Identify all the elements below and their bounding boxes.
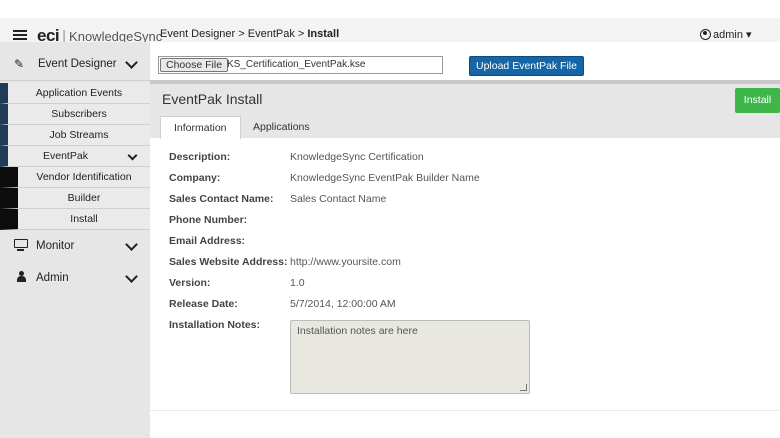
sidebar-label: Install [70, 213, 98, 225]
choose-file-button[interactable]: Choose File [160, 58, 229, 72]
sidebar: ✎ Event Designer Application Events Subs… [0, 42, 151, 438]
install-panel: EventPak Install Install Information App… [150, 80, 780, 432]
field-label: Release Date: [169, 298, 238, 310]
file-input[interactable]: Choose File KS_Certification_EventPak.ks… [158, 56, 443, 74]
field-value: Sales Contact Name [290, 193, 387, 205]
monitor-icon [14, 239, 28, 251]
sidebar-item-vendor-identification[interactable]: Vendor Identification [0, 167, 150, 188]
field-label: Company: [169, 172, 221, 184]
sidebar-item-event-designer[interactable]: ✎ Event Designer [0, 42, 150, 81]
field-row: Description: KnowledgeSync Certification [150, 148, 780, 168]
sidebar-item-builder[interactable]: Builder [0, 188, 150, 209]
user-admin-icon [17, 271, 26, 282]
install-button[interactable]: Install [735, 88, 780, 113]
user-name: admin [713, 29, 743, 41]
sidebar-item-install[interactable]: Install [0, 209, 150, 230]
sidebar-item-admin[interactable]: Admin [0, 262, 150, 294]
sidebar-item-monitor[interactable]: Monitor [0, 230, 150, 262]
divider [150, 410, 780, 411]
field-row: Email Address: [150, 232, 780, 252]
edit-icon: ✎ [14, 57, 25, 71]
breadcrumb: Event Designer > EventPak > Install [160, 28, 339, 40]
breadcrumb-path: Event Designer > EventPak > [160, 28, 308, 40]
sidebar-label: Monitor [36, 240, 75, 252]
panel-header: EventPak Install Install Information App… [150, 84, 780, 139]
chevron-down-icon [125, 238, 138, 251]
chevron-down-icon [125, 270, 138, 283]
resize-handle-icon[interactable] [520, 384, 527, 391]
page-title: EventPak Install [162, 91, 263, 107]
field-row: Phone Number: [150, 211, 780, 231]
sidebar-label: Builder [67, 192, 101, 204]
field-row: Company: KnowledgeSync EventPak Builder … [150, 169, 780, 189]
file-name: KS_Certification_EventPak.kse [227, 59, 366, 70]
sidebar-label: Admin [36, 272, 69, 284]
sidebar-label: Vendor Identification [36, 171, 132, 183]
field-label: Description: [169, 151, 231, 163]
sidebar-label: Application Events [35, 87, 123, 99]
notes-text: Installation notes are here [297, 325, 418, 337]
field-label: Sales Contact Name: [169, 193, 274, 205]
field-value: KnowledgeSync EventPak Builder Name [290, 172, 480, 184]
sidebar-label: Event Designer [38, 58, 117, 70]
field-label: Installation Notes: [169, 319, 261, 331]
tab-information[interactable]: Information [160, 116, 241, 139]
user-menu[interactable]: admin ▾ [700, 28, 752, 41]
field-label: Version: [169, 277, 211, 289]
sidebar-label: Subscribers [51, 108, 107, 120]
sidebar-item-job-streams[interactable]: Job Streams [0, 125, 150, 146]
breadcrumb-current: Install [307, 28, 340, 40]
sidebar-label: EventPak [43, 150, 88, 162]
field-value: http://www.yoursite.com [290, 256, 401, 268]
chevron-down-icon [125, 56, 138, 69]
field-row: Sales Website Address: http://www.yoursi… [150, 253, 780, 273]
sidebar-item-application-events[interactable]: Application Events [0, 83, 150, 104]
field-value: KnowledgeSync Certification [290, 151, 424, 163]
field-row: Version: 1.0 [150, 274, 780, 294]
field-label: Sales Website Address: [169, 256, 288, 268]
installation-notes-textarea[interactable]: Installation notes are here [290, 320, 530, 394]
tab-applications[interactable]: Applications [240, 116, 323, 138]
upload-eventpak-button[interactable]: Upload EventPak File [469, 56, 584, 76]
field-row: Release Date: 5/7/2014, 12:00:00 AM [150, 295, 780, 315]
chevron-down-icon [127, 150, 138, 161]
field-value: 1.0 [290, 277, 305, 289]
user-icon [700, 29, 711, 40]
hamburger-menu-icon[interactable] [13, 30, 27, 40]
field-label: Email Address: [169, 235, 246, 247]
field-label: Phone Number: [169, 214, 248, 226]
field-row: Sales Contact Name: Sales Contact Name [150, 190, 780, 210]
sidebar-item-subscribers[interactable]: Subscribers [0, 104, 150, 125]
sidebar-label: Job Streams [49, 129, 109, 141]
sidebar-item-eventpak[interactable]: EventPak [0, 146, 150, 167]
top-header: eci | KnowledgeSync Event Designer > Event… [0, 0, 780, 53]
main-content: Choose File KS_Certification_EventPak.ks… [150, 42, 780, 438]
field-value: 5/7/2014, 12:00:00 AM [290, 298, 396, 310]
